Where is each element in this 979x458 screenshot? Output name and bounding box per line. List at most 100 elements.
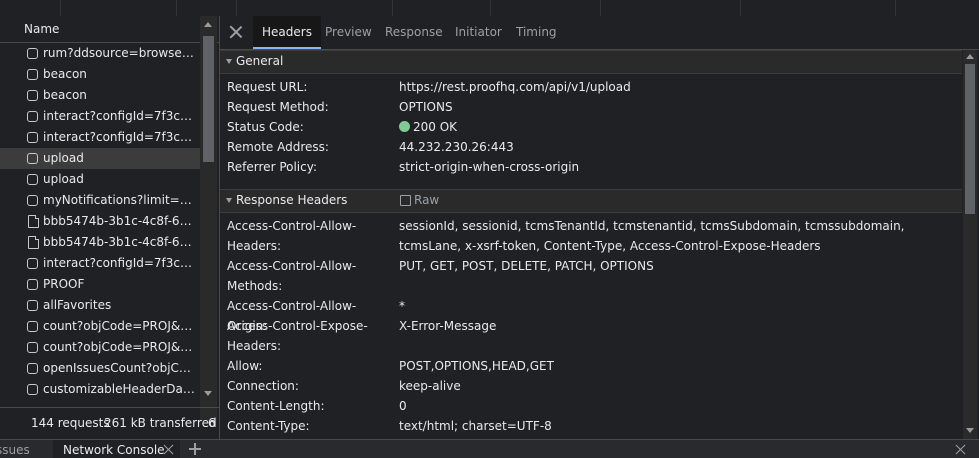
header-key: Content-Type: [227, 419, 310, 433]
request-row[interactable]: openIssuesCount?objCode... [0, 358, 200, 379]
close-icon[interactable] [229, 25, 243, 39]
document-icon [28, 236, 39, 249]
request-row[interactable]: beacon [0, 85, 200, 106]
close-tab-icon[interactable] [163, 444, 174, 455]
timeline-gridline [392, 0, 393, 16]
general-section-header[interactable]: General [220, 50, 962, 74]
raw-label[interactable]: Raw [414, 193, 439, 207]
request-row[interactable]: beacon [0, 64, 200, 85]
checkbox-icon [27, 132, 38, 143]
request-name: interact?configId=7f3cc7c0... [43, 130, 198, 144]
header-key: Access-Control-Allow-Methods: [227, 259, 357, 293]
details-tab-bar: Headers Preview Response Initiator Timin… [220, 16, 979, 50]
request-row[interactable]: rum?ddsource=browser&d... [0, 43, 200, 64]
header-value-status: 200 OK [399, 117, 955, 137]
expand-triangle-icon[interactable] [226, 198, 232, 203]
request-name: rum?ddsource=browser&d... [43, 46, 198, 60]
checkbox-icon [27, 342, 38, 353]
header-value: 44.232.230.26:443 [399, 140, 514, 154]
request-row[interactable]: customizableHeaderData?o... [0, 379, 200, 400]
checkbox-icon [27, 384, 38, 395]
timeline-gridline [176, 0, 177, 16]
request-name: myNotifications?limit=80&i... [43, 193, 198, 207]
request-row[interactable]: PROOF [0, 274, 200, 295]
tab-timing[interactable]: Timing [507, 16, 566, 49]
request-count: 144 requests [31, 416, 110, 430]
checkbox-icon [27, 111, 38, 122]
request-row[interactable]: interact?configId=7f3cc7c0... [0, 106, 200, 127]
header-key: Remote Address: [227, 140, 329, 154]
close-drawer-icon[interactable] [955, 444, 966, 455]
header-key: Allow: [227, 359, 263, 373]
checkbox-icon [27, 321, 38, 332]
tab-issues[interactable]: ssues [0, 443, 30, 457]
timeline-gridline [490, 0, 491, 16]
summary-overflow-text: 6 [208, 416, 216, 430]
expand-triangle-icon[interactable] [226, 59, 232, 64]
headers-content: General Request URL: https://rest.proofh… [220, 50, 962, 439]
request-name: bbb5474b-3b1c-4c8f-617f-... [43, 235, 198, 249]
status-ok-dot-icon [399, 121, 410, 132]
header-key: Status Code: [227, 120, 304, 134]
timeline-gridline [236, 0, 237, 16]
header-value: OPTIONS [399, 100, 453, 114]
tab-response[interactable]: Response [376, 16, 452, 49]
drawer-tab-bar: ssues Network Console [0, 439, 979, 458]
timeline-gridline [740, 0, 741, 16]
checkbox-icon [27, 258, 38, 269]
header-key: Connection: [227, 379, 299, 393]
request-row[interactable]: allFavorites [0, 295, 200, 316]
details-scrollbar[interactable] [963, 50, 977, 439]
header-key: Referrer Policy: [227, 160, 317, 174]
header-value: text/html; charset=UTF-8 [399, 419, 552, 433]
request-list-scrollbar[interactable] [200, 16, 217, 421]
request-row[interactable]: upload [0, 169, 200, 190]
header-value: strict-origin-when-cross-origin [399, 160, 580, 174]
timeline-gridline [60, 0, 61, 16]
request-row[interactable]: count?objCode=PROJ&objl... [0, 316, 200, 337]
request-row[interactable]: bbb5474b-3b1c-4c8f-617f-... [0, 232, 200, 253]
scrollbar-thumb[interactable] [965, 64, 975, 214]
request-name: count?objCode=PROJ&objl... [43, 319, 198, 333]
request-name: beacon [43, 67, 87, 81]
header-key: Content-Length: [227, 399, 325, 413]
add-tab-icon[interactable] [189, 443, 201, 455]
scroll-down-arrow-icon[interactable] [204, 391, 212, 396]
header-key: Access-Control-Expose-Headers: [227, 319, 368, 353]
request-details-panel: Headers Preview Response Initiator Timin… [220, 16, 979, 439]
tab-network-console[interactable]: Network Console [53, 440, 180, 458]
header-key: Request URL: [227, 80, 308, 94]
tab-preview[interactable]: Preview [316, 16, 381, 49]
request-row[interactable]: interact?configId=7f3cc7c0... [0, 127, 200, 148]
scroll-down-arrow-icon[interactable] [966, 428, 974, 433]
network-console-label: Network Console [63, 443, 165, 457]
raw-checkbox[interactable] [400, 195, 411, 206]
scroll-up-arrow-icon[interactable] [966, 54, 974, 59]
general-section-title: General [236, 54, 284, 68]
header-key: Request Method: [227, 100, 329, 114]
scrollbar-thumb[interactable] [203, 36, 214, 162]
name-column-header[interactable]: Name [24, 22, 59, 36]
timeline-gridline [600, 0, 601, 16]
tab-initiator[interactable]: Initiator [446, 16, 511, 49]
request-row[interactable]: upload [0, 148, 200, 169]
response-headers-section-header[interactable]: Response Headers Raw [220, 189, 962, 213]
request-name: allFavorites [43, 298, 112, 312]
request-name: interact?configId=7f3cc7c0... [43, 109, 198, 123]
timeline-overview[interactable] [0, 0, 979, 17]
status-code-text: 200 OK [413, 120, 458, 134]
request-row[interactable]: myNotifications?limit=80&i... [0, 190, 200, 211]
tab-headers[interactable]: Headers [253, 16, 321, 49]
checkbox-icon [27, 153, 38, 164]
request-row[interactable]: interact?configId=7f3cc7c0... [0, 253, 200, 274]
request-name: PROOF [43, 277, 85, 291]
response-headers-title: Response Headers [236, 193, 348, 207]
request-row[interactable]: count?objCode=PROJ&objl... [0, 337, 200, 358]
header-value: POST,OPTIONS,HEAD,GET [399, 359, 554, 373]
request-list-header[interactable]: Name [0, 16, 219, 43]
request-list: rum?ddsource=browser&d... beacon beacon int… [0, 43, 200, 400]
request-row[interactable]: bbb5474b-3b1c-4c8f-617f-... [0, 211, 200, 232]
scroll-up-arrow-icon[interactable] [204, 22, 212, 27]
request-name: openIssuesCount?objCode... [43, 361, 198, 375]
request-name: beacon [43, 88, 87, 102]
